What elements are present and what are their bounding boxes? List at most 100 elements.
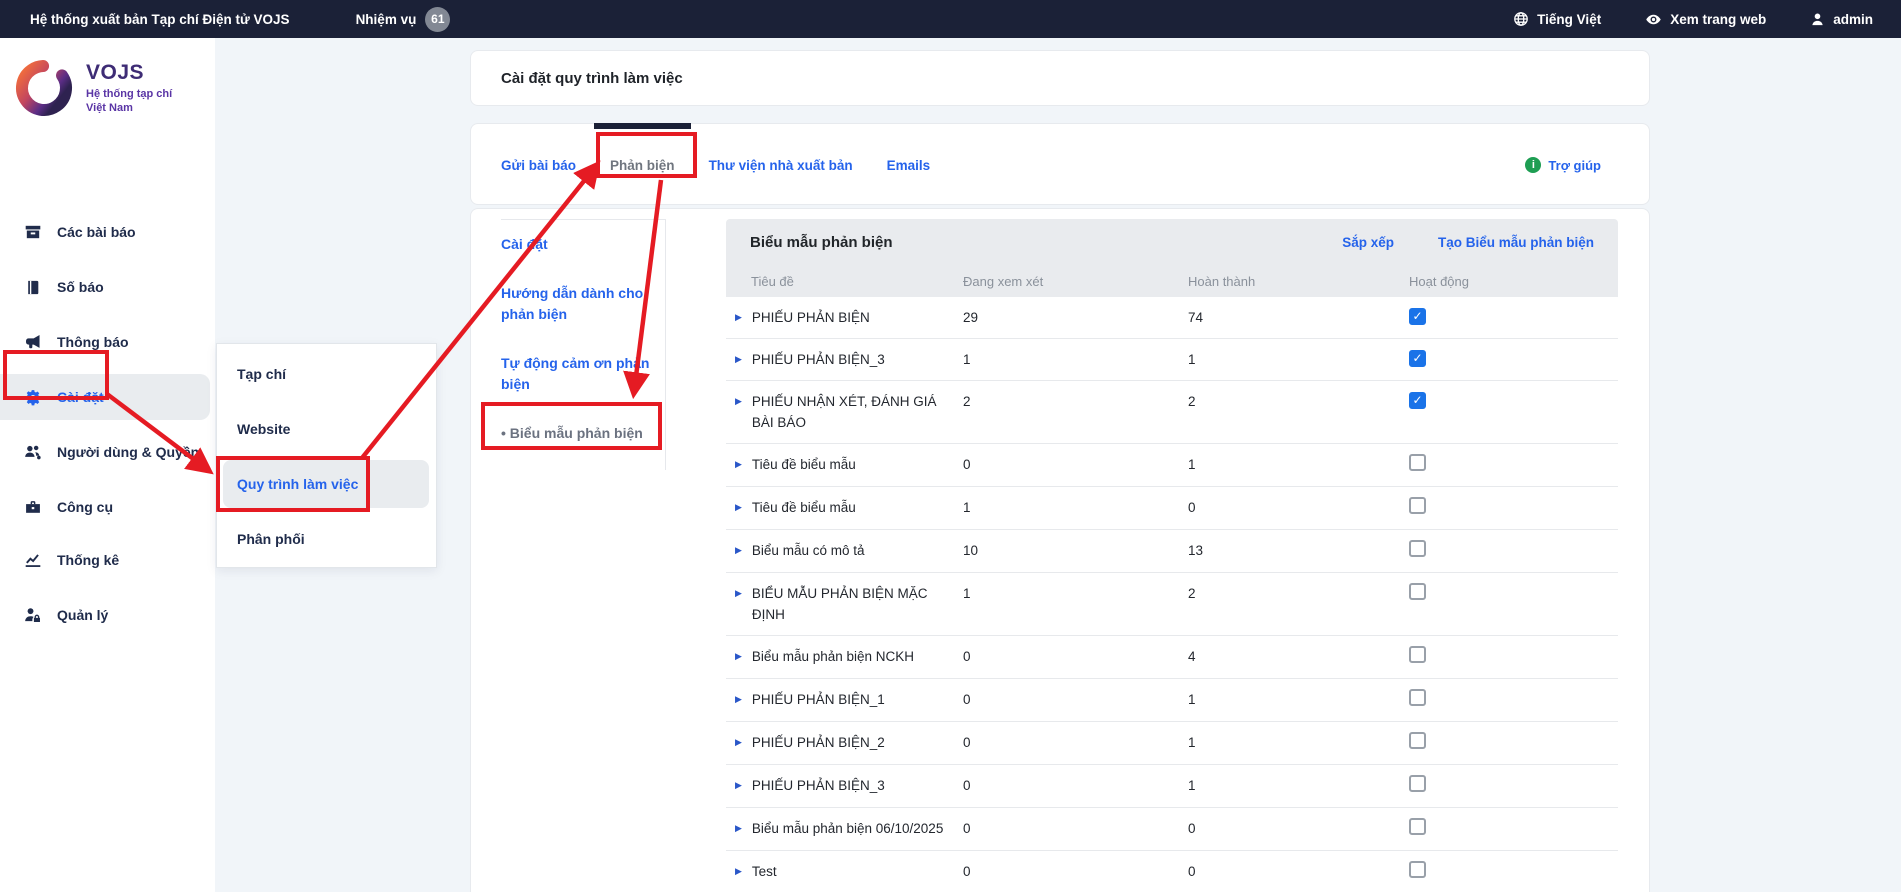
completed-count: 13 [1188,540,1409,561]
completed-count: 4 [1188,646,1409,667]
form-title[interactable]: PHIẾU PHẢN BIỆN_3 [752,349,885,370]
form-title[interactable]: Tiêu đề biểu mẫu [752,497,856,518]
flyout-item-label: Phân phối [237,531,305,547]
form-title[interactable]: PHIẾU PHẢN BIỆN [752,307,870,328]
expand-caret-icon[interactable]: ▶ [735,732,742,752]
expand-caret-icon[interactable]: ▶ [735,646,742,666]
announcements-icon [24,333,42,351]
completed-count: 74 [1188,307,1409,328]
subnav-item-setup[interactable]: Cài đặt [501,234,651,255]
completed-count: 2 [1188,391,1409,412]
subnav-item-reviewer-guidance[interactable]: Hướng dẫn dành cho phản biện [501,283,651,325]
completed-count: 2 [1188,583,1409,604]
form-title[interactable]: Biểu mẫu phản biện NCKH [752,646,914,667]
form-title[interactable]: Biểu mẫu có mô tả [752,540,865,561]
sidebar-item-label: Thống kê [57,552,119,568]
active-checkbox[interactable]: ✓ [1409,818,1426,835]
globe-icon [1513,11,1529,27]
active-checkbox[interactable]: ✓ [1409,540,1426,557]
workflow-tabs-card: Gửi bài báo Phản biện Thư viện nhà xuất … [470,123,1650,205]
active-checkbox[interactable]: ✓ [1409,861,1426,878]
subnav-item-auto-thank[interactable]: Tự động cảm ơn phản biện [501,353,651,395]
gear-icon [24,389,42,406]
briefcase-icon [24,499,42,516]
active-checkbox[interactable]: ✓ [1409,583,1426,600]
form-title[interactable]: Test [752,861,777,882]
column-header-active: Hoạt động [1409,274,1618,289]
active-checkbox[interactable]: ✓ [1409,350,1426,367]
flyout-item-journal[interactable]: Tạp chí [223,350,429,398]
sidebar-item-announcements[interactable]: Thông báo [0,319,210,365]
help-button[interactable]: i Trợ giúp [1525,157,1601,173]
expand-caret-icon[interactable]: ▶ [735,307,742,327]
tasks-button[interactable]: Nhiệm vụ 61 [356,7,451,32]
table-body: ▶ PHIẾU PHẢN BIỆN 29 74 ✓ ▶ PHIẾU PHẢN B… [726,297,1618,892]
in-review-count: 2 [963,391,1188,412]
expand-caret-icon[interactable]: ▶ [735,454,742,474]
user-menu[interactable]: admin [1810,12,1873,27]
table-header: Biểu mẫu phản biện Sắp xếp Tạo Biểu mẫu … [726,219,1618,297]
expand-caret-icon[interactable]: ▶ [735,540,742,560]
table-row: ▶ PHIẾU PHẢN BIỆN 29 74 ✓ [726,297,1618,339]
in-review-count: 0 [963,861,1188,882]
flyout-item-workflow[interactable]: Quy trình làm việc [223,460,429,508]
language-menu[interactable]: Tiếng Việt [1513,11,1601,27]
view-site-label: Xem trang web [1670,12,1766,27]
sidebar-item-issues[interactable]: Số báo [0,264,210,310]
active-checkbox[interactable]: ✓ [1409,775,1426,792]
form-title[interactable]: PHIẾU PHẢN BIỆN_2 [752,732,885,753]
flyout-item-distribution[interactable]: Phân phối [223,515,429,563]
vojs-logo: VOJS Hệ thống tạp chí Việt Nam [14,58,172,118]
form-title[interactable]: PHIẾU NHẬN XÉT, ĐÁNH GIÁ BÀI BÁO [752,391,947,433]
tab-review[interactable]: Phản biện [610,158,675,173]
sidebar-item-label: Cài đặt [57,389,104,405]
sidebar-item-users-roles[interactable]: Người dùng & Quyền [0,429,210,475]
in-review-count: 0 [963,732,1188,753]
review-forms-table: Biểu mẫu phản biện Sắp xếp Tạo Biểu mẫu … [726,219,1618,892]
logo-ring-icon [14,58,74,118]
active-tab-indicator [594,123,691,129]
expand-caret-icon[interactable]: ▶ [735,391,742,411]
form-title[interactable]: PHIẾU PHẢN BIỆN_1 [752,689,885,710]
sidebar-item-label: Quản lý [57,607,108,623]
table-row: ▶ Biểu mẫu phản biện 06/10/2025 0 0 ✓ [726,808,1618,851]
form-title[interactable]: Biểu mẫu phản biện 06/10/2025 [752,818,943,839]
active-checkbox[interactable]: ✓ [1409,454,1426,471]
logo-acronym: VOJS [86,61,172,85]
active-checkbox[interactable]: ✓ [1409,392,1426,409]
active-checkbox[interactable]: ✓ [1409,497,1426,514]
expand-caret-icon[interactable]: ▶ [735,861,742,881]
expand-caret-icon[interactable]: ▶ [735,497,742,517]
active-checkbox[interactable]: ✓ [1409,646,1426,663]
table-row: ▶ Tiêu đề biểu mẫu 1 0 ✓ [726,487,1618,530]
sidebar-item-label: Người dùng & Quyền [57,444,199,460]
active-checkbox[interactable]: ✓ [1409,308,1426,325]
tab-submission[interactable]: Gửi bài báo [501,158,576,173]
form-title[interactable]: BIỂU MẪU PHẢN BIỆN MẶC ĐỊNH [752,583,947,625]
flyout-item-website[interactable]: Website [223,405,429,453]
sidebar-item-administration[interactable]: Quản lý [0,592,210,638]
expand-caret-icon[interactable]: ▶ [735,775,742,795]
sidebar-item-tools[interactable]: Công cụ [0,484,210,530]
completed-count: 1 [1188,689,1409,710]
expand-caret-icon[interactable]: ▶ [735,349,742,369]
expand-caret-icon[interactable]: ▶ [735,818,742,838]
sidebar-item-articles[interactable]: Các bài báo [0,209,210,255]
create-review-form-button[interactable]: Tạo Biểu mẫu phản biện [1438,235,1594,250]
view-site-link[interactable]: Xem trang web [1645,11,1766,28]
tab-publisher-library[interactable]: Thư viện nhà xuất bản [709,158,853,173]
sort-button[interactable]: Sắp xếp [1342,235,1394,250]
tab-emails[interactable]: Emails [887,158,931,173]
sidebar-item-statistics[interactable]: Thống kê [0,537,210,583]
system-title: Hệ thống xuất bản Tạp chí Điện tử VOJS [30,12,290,27]
subnav-item-review-forms[interactable]: • Biểu mẫu phản biện [501,423,651,444]
articles-icon [24,223,42,241]
expand-caret-icon[interactable]: ▶ [735,689,742,709]
sidebar-item-settings[interactable]: Cài đặt [0,374,210,420]
active-checkbox[interactable]: ✓ [1409,732,1426,749]
active-checkbox[interactable]: ✓ [1409,689,1426,706]
expand-caret-icon[interactable]: ▶ [735,583,742,603]
form-title[interactable]: Tiêu đề biểu mẫu [752,454,856,475]
in-review-count: 10 [963,540,1188,561]
form-title[interactable]: PHIẾU PHẢN BIỆN_3 [752,775,885,796]
